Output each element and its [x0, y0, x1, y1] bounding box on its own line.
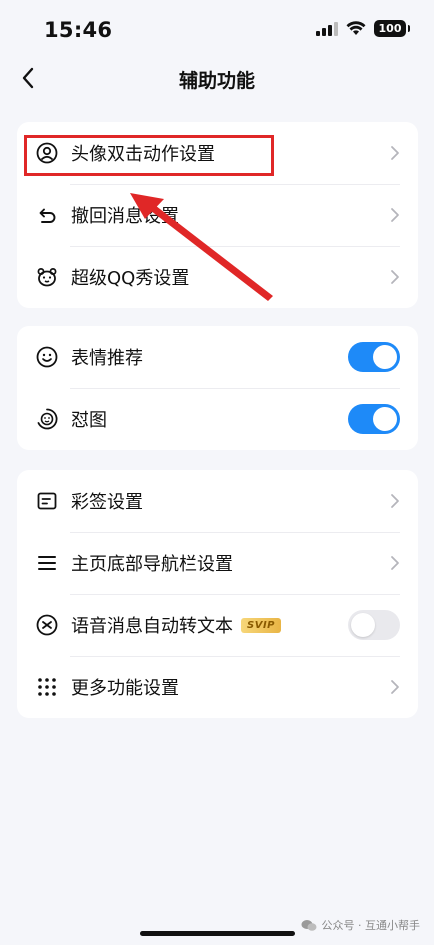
toggle-knob [351, 613, 375, 637]
wifi-icon [346, 21, 366, 35]
dui-tu-setting: 怼图 [17, 388, 418, 450]
voice-to-text-setting: 语音消息自动转文本 SVIP [17, 594, 418, 656]
svip-badge: SVIP [241, 617, 281, 633]
signal-icon [316, 21, 338, 36]
chevron-right-icon [391, 680, 399, 694]
voice-to-text-label: 语音消息自动转文本 [71, 616, 233, 637]
chevron-right-icon [391, 146, 399, 160]
chevron-right-icon [391, 270, 399, 284]
settings-group-3: 彩签设置 主页底部导航栏设置 语音消息自动转文本 SVIP 更多功能设置 [17, 470, 418, 718]
home-navbar-setting[interactable]: 主页底部导航栏设置 [17, 532, 418, 594]
voice-to-text-toggle[interactable] [348, 610, 400, 640]
color-tag-setting[interactable]: 彩签设置 [17, 470, 418, 532]
row-label: 表情推荐 [71, 348, 143, 369]
status-time: 15:46 [44, 18, 113, 42]
status-bar: 15:46 100 [0, 0, 434, 60]
row-label: 主页底部导航栏设置 [71, 554, 233, 575]
voice-to-text-icon [36, 614, 58, 636]
settings-group-1: 头像双击动作设置 撤回消息设置 超级QQ秀设置 [17, 122, 418, 308]
avatar-circle-icon [36, 142, 58, 164]
recall-message-setting[interactable]: 撤回消息设置 [17, 184, 418, 246]
dui-tu-toggle[interactable] [348, 404, 400, 434]
watermark-text: 公众号 · 互通小帮手 [321, 919, 421, 932]
grid-dots-icon [36, 676, 58, 698]
wechat-logo-icon [301, 919, 316, 931]
page-title: 辅助功能 [178, 70, 255, 92]
row-label: 更多功能设置 [71, 678, 179, 699]
super-qq-show-setting[interactable]: 超级QQ秀设置 [17, 246, 418, 308]
emoji-recommend-toggle[interactable] [348, 342, 400, 372]
chevron-right-icon [391, 494, 399, 508]
toggle-knob [373, 345, 397, 369]
home-indicator [140, 931, 295, 936]
watermark: 公众号 · 互通小帮手 [301, 917, 421, 933]
status-icons: 100 [316, 20, 410, 37]
row-label: 彩签设置 [71, 492, 143, 513]
row-label: 超级QQ秀设置 [71, 268, 190, 289]
battery-icon: 100 [374, 20, 410, 37]
row-label: 撤回消息设置 [71, 206, 179, 227]
swirl-face-icon [36, 408, 58, 430]
toggle-knob [373, 407, 397, 431]
avatar-double-tap-setting[interactable]: 头像双击动作设置 [17, 122, 418, 184]
list-lines-icon [36, 552, 58, 574]
more-features-setting[interactable]: 更多功能设置 [17, 656, 418, 718]
tag-card-icon [36, 490, 58, 512]
nav-bar: 辅助功能 [0, 56, 434, 100]
row-label: 语音消息自动转文本 SVIP [71, 612, 281, 638]
settings-group-2: 表情推荐 怼图 [17, 326, 418, 450]
undo-icon [36, 204, 58, 226]
chevron-right-icon [391, 208, 399, 222]
smile-icon [36, 346, 58, 368]
qq-show-bear-icon [36, 266, 58, 288]
row-label: 头像双击动作设置 [71, 144, 215, 165]
chevron-right-icon [391, 556, 399, 570]
row-label: 怼图 [71, 410, 107, 431]
emoji-recommend-setting: 表情推荐 [17, 326, 418, 388]
